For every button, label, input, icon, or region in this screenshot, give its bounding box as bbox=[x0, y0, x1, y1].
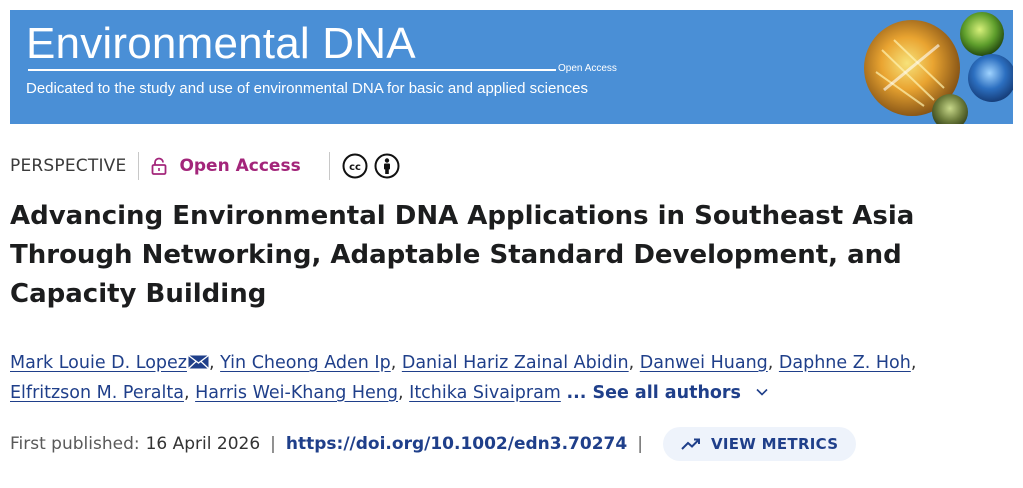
see-all-authors-button[interactable]: ... See all authors bbox=[566, 383, 769, 403]
author-link[interactable]: Danial Hariz Zainal Abidin bbox=[402, 353, 629, 373]
trending-up-icon bbox=[681, 438, 700, 450]
lock-icon bbox=[152, 157, 167, 175]
author-link[interactable]: Daphne Z. Hoh bbox=[779, 353, 911, 373]
license-icons[interactable]: cc bbox=[342, 153, 400, 179]
journal-tagline: Dedicated to the study and use of enviro… bbox=[26, 80, 589, 97]
author-link[interactable]: Elfritzson M. Peralta bbox=[10, 383, 184, 403]
journal-title: Environmental DNA bbox=[26, 19, 416, 68]
author-link[interactable]: Yin Cheong Aden Ip bbox=[220, 353, 391, 373]
open-access-badge[interactable]: Open Access bbox=[151, 156, 301, 176]
separator: | bbox=[637, 434, 643, 454]
meta-divider bbox=[328, 152, 330, 180]
author-link[interactable]: Danwei Huang bbox=[640, 353, 768, 373]
doi-link[interactable]: https://doi.org/10.1002/edn3.70274 bbox=[286, 434, 627, 454]
banner-divider bbox=[28, 69, 556, 71]
journal-banner[interactable]: Environmental DNA Open Access Dedicated … bbox=[10, 10, 1013, 124]
chevron-down-icon bbox=[756, 388, 768, 396]
meta-divider bbox=[138, 152, 140, 180]
publication-info-row: First published: 16 April 2026 | https:/… bbox=[10, 427, 857, 461]
publication-date: 16 April 2026 bbox=[145, 434, 261, 454]
see-all-authors-label: ... See all authors bbox=[566, 383, 741, 403]
separator: | bbox=[270, 434, 276, 454]
article-title: Advancing Environmental DNA Applications… bbox=[10, 201, 915, 309]
banner-collage-image bbox=[864, 12, 1013, 124]
svg-text:cc: cc bbox=[349, 162, 361, 173]
view-metrics-button[interactable]: VIEW METRICS bbox=[662, 427, 857, 461]
view-metrics-label: VIEW METRICS bbox=[710, 435, 839, 453]
open-access-label: Open Access bbox=[179, 156, 301, 176]
cc-icon: cc bbox=[342, 153, 368, 179]
attribution-icon bbox=[374, 153, 400, 179]
article-type-label: PERSPECTIVE bbox=[10, 156, 127, 176]
article-meta-row: PERSPECTIVE Open Access cc bbox=[10, 152, 400, 180]
envelope-icon[interactable] bbox=[188, 354, 209, 369]
author-list: Mark Louie D. Lopez, Yin Cheong Aden Ip,… bbox=[10, 353, 917, 403]
author-link[interactable]: Itchika Sivaipram bbox=[409, 383, 561, 403]
banner-open-access-tag: Open Access bbox=[558, 63, 617, 74]
author-link[interactable]: Harris Wei-Khang Heng bbox=[195, 383, 398, 403]
first-published-label: First published: bbox=[10, 434, 140, 454]
author-link[interactable]: Mark Louie D. Lopez bbox=[10, 353, 187, 373]
